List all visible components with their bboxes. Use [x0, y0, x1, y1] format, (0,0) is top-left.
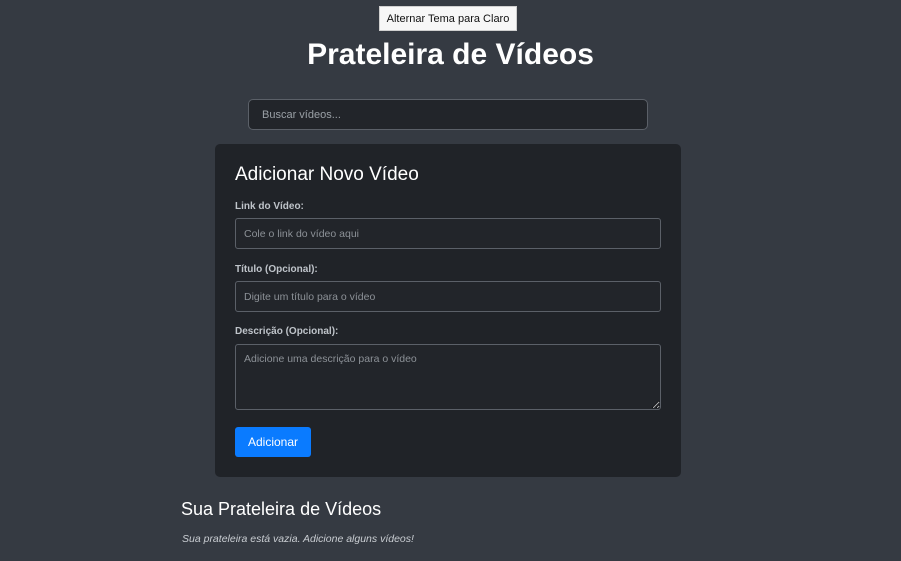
theme-toggle-button[interactable]: Alternar Tema para Claro	[379, 6, 517, 31]
video-description-textarea[interactable]	[235, 344, 661, 410]
page-title: Prateleira de Vídeos	[307, 38, 594, 71]
page: Alternar Tema para Claro Prateleira de V…	[0, 0, 901, 561]
search-input[interactable]	[248, 99, 648, 130]
video-title-input[interactable]	[235, 281, 661, 312]
empty-shelf-message: Sua prateleira está vazia. Adicione algu…	[182, 533, 414, 545]
add-video-form: Adicionar Novo Vídeo Link do Vídeo: Títu…	[215, 144, 681, 477]
video-link-label: Link do Vídeo:	[235, 201, 304, 212]
video-title-label: Título (Opcional):	[235, 264, 318, 275]
video-description-label: Descrição (Opcional):	[235, 326, 339, 337]
form-title: Adicionar Novo Vídeo	[235, 164, 419, 185]
video-link-input[interactable]	[235, 218, 661, 249]
add-video-button[interactable]: Adicionar	[235, 427, 311, 457]
shelf-title: Sua Prateleira de Vídeos	[181, 499, 382, 519]
